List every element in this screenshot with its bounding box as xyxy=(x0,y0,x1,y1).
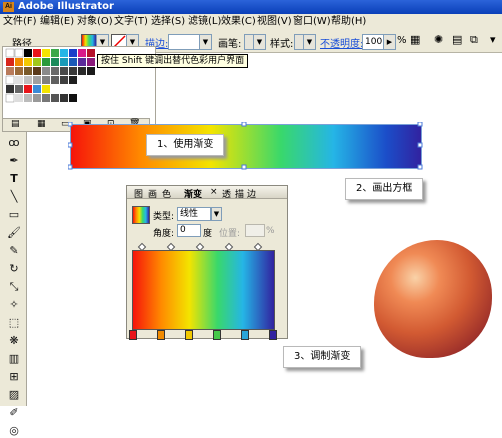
opacity-dropdown[interactable]: ▶ xyxy=(383,34,396,50)
transform-icon[interactable]: ⧉ xyxy=(470,33,478,47)
menu-view[interactable]: 视图(V) xyxy=(257,14,292,30)
graph-tool-icon[interactable]: ▥ xyxy=(7,352,21,366)
angle-label: 角度: xyxy=(153,229,175,239)
menu-help[interactable]: 帮助(H) xyxy=(331,14,366,30)
free-transform-icon[interactable]: ⬚ xyxy=(7,316,21,330)
paintbrush-icon[interactable]: 🖌 xyxy=(7,226,21,240)
align-icon[interactable]: ▤ xyxy=(452,33,462,46)
menu-window[interactable]: 窗口(W) xyxy=(293,14,331,30)
rotate-tool-icon[interactable]: ↻ xyxy=(7,262,21,276)
pencil-icon[interactable]: ✎ xyxy=(7,244,21,258)
selection-handles xyxy=(68,122,423,170)
show-kinds-icon[interactable]: ▦ xyxy=(37,119,46,129)
opacity-link[interactable]: 不透明度: xyxy=(320,35,363,50)
menu-file[interactable]: 文件(F) xyxy=(3,14,37,30)
style-label: 样式: xyxy=(270,39,294,50)
brush-dropdown[interactable]: ▼ xyxy=(253,34,266,50)
line-tool-icon[interactable]: ╲ xyxy=(7,190,21,204)
tab-transparency[interactable]: 透 xyxy=(222,187,231,200)
location-field[interactable] xyxy=(245,224,265,237)
panel-menu-icon[interactable]: ▾ xyxy=(490,33,496,46)
eyedropper-icon[interactable]: ✐ xyxy=(7,406,21,420)
gradient-panel: 图 画 色 渐变 × 透 描 边 类型: 线性 ▼ 角度: 0 度 位置: % xyxy=(126,185,288,340)
warp-tool-icon[interactable]: ✧ xyxy=(7,298,21,312)
menu-edit[interactable]: 编辑(E) xyxy=(40,14,74,30)
callout-use-gradient: 1、使用渐变 xyxy=(146,134,225,156)
menu-effect[interactable]: 效果(C) xyxy=(221,14,256,30)
location-label: 位置: xyxy=(219,229,241,239)
gradient-stop-cyan[interactable] xyxy=(241,330,249,340)
style-dropdown[interactable]: ▼ xyxy=(303,34,316,50)
tab-close-icon[interactable]: × xyxy=(210,187,218,197)
angle-field[interactable]: 0 xyxy=(177,224,201,237)
gradient-stop-blue[interactable] xyxy=(269,330,277,340)
menu-object[interactable]: 对象(O) xyxy=(77,14,113,30)
tooltip: 按住 Shift 键调出替代色彩用户界面 xyxy=(97,54,249,68)
blend-tool-icon[interactable]: ◎ xyxy=(7,424,21,438)
scale-tool-icon[interactable]: ⤡ xyxy=(7,280,21,294)
illustrator-logo: Ai xyxy=(3,2,14,12)
symbol-sprayer-icon[interactable]: ❋ xyxy=(7,334,21,348)
gradient-ball-artwork xyxy=(374,240,492,358)
stroke-weight-dropdown[interactable]: ▼ xyxy=(199,34,212,50)
arrange-icon[interactable]: ▦ xyxy=(410,33,420,46)
window-title: Adobe Illustrator xyxy=(18,1,114,12)
menu-type[interactable]: 文字(T) xyxy=(114,14,148,30)
stroke-weight-field[interactable] xyxy=(168,34,200,50)
swatch-grid[interactable] xyxy=(5,48,95,103)
gradient-preview-swatch[interactable] xyxy=(132,206,150,224)
pen-icon[interactable]: ✒ xyxy=(7,154,21,168)
gradient-type-label: 类型: xyxy=(153,212,175,222)
gradient-panel-tabs: 图 画 色 渐变 × 透 描 边 xyxy=(127,186,287,200)
callout-adjust-gradient: 3、调制渐变 xyxy=(283,346,362,368)
recolor-icon[interactable]: ✺ xyxy=(434,33,443,46)
menu-bar: 文件(F) 编辑(E) 对象(O) 文字(T) 选择(S) 滤镜(L) 效果(C… xyxy=(0,14,502,31)
gradient-tool-icon[interactable]: ▨ xyxy=(7,388,21,402)
opacity-percent: % xyxy=(397,35,407,46)
rectangle-tool-icon[interactable]: ▭ xyxy=(7,208,21,222)
lasso-icon[interactable]: ꝏ xyxy=(7,136,21,150)
gradient-ramp[interactable] xyxy=(132,250,275,330)
menu-select[interactable]: 选择(S) xyxy=(151,14,185,30)
tab-stroke[interactable]: 描 xyxy=(235,187,244,200)
tab-brushes[interactable]: 画 xyxy=(148,187,157,200)
gradient-stop-green[interactable] xyxy=(213,330,221,340)
gradient-type-dropdown-icon[interactable]: ▼ xyxy=(211,207,222,221)
swatch-library-icon[interactable]: ▤ xyxy=(11,119,20,129)
degree-label: 度 xyxy=(203,229,213,239)
tab-graphic-styles[interactable]: 图 xyxy=(134,187,143,200)
title-bar: Ai Adobe Illustrator xyxy=(0,0,502,14)
location-percent: % xyxy=(266,226,275,236)
tab-gradient[interactable]: 渐变 xyxy=(184,187,202,200)
mesh-tool-icon[interactable]: ⊞ xyxy=(7,370,21,384)
type-tool-icon[interactable]: T xyxy=(7,172,21,186)
gradient-stop-yellow[interactable] xyxy=(185,330,193,340)
brush-label: 画笔: xyxy=(218,39,242,50)
tab-color[interactable]: 色 xyxy=(162,187,171,200)
menu-filter[interactable]: 滤镜(L) xyxy=(188,14,221,30)
gradient-stop-orange[interactable] xyxy=(157,330,165,340)
callout-draw-rect: 2、画出方框 xyxy=(345,178,424,200)
gradient-type-select[interactable]: 线性 xyxy=(177,207,211,221)
tab-stroke-2[interactable]: 边 xyxy=(247,187,256,200)
gradient-stop-red[interactable] xyxy=(129,330,137,340)
